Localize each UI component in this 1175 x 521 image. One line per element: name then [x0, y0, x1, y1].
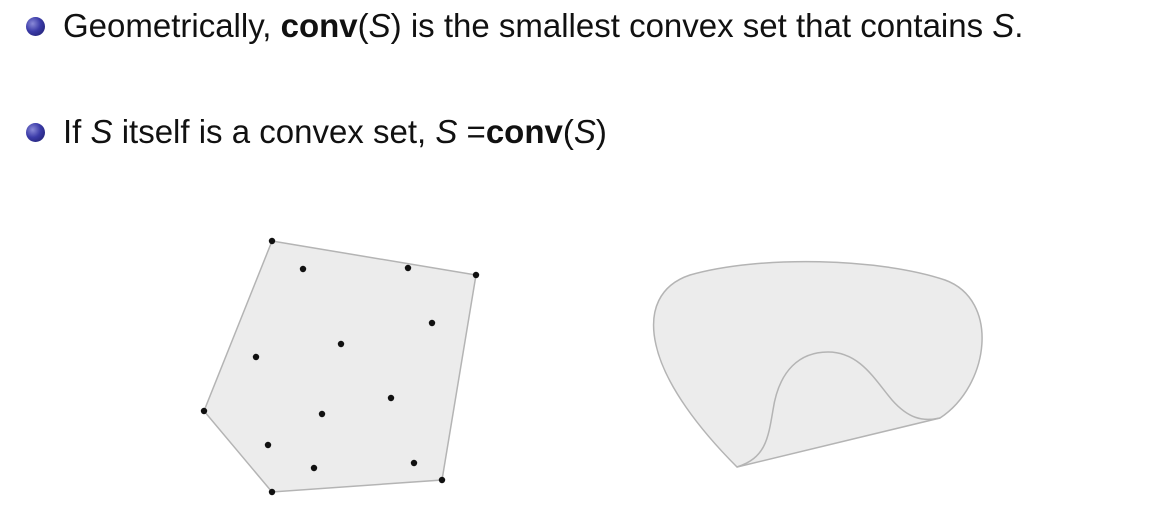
- convex-hull-figure: [200, 237, 983, 496]
- point: [310, 464, 318, 472]
- point: [404, 264, 412, 272]
- point: [318, 410, 326, 418]
- point: [438, 476, 446, 484]
- point: [252, 353, 260, 361]
- convex-hull-polygon: [203, 240, 477, 493]
- point: [472, 271, 480, 279]
- point: [268, 488, 276, 496]
- point: [428, 319, 436, 327]
- point: [387, 394, 395, 402]
- convex-hull-outline: [652, 260, 983, 468]
- point: [200, 407, 208, 415]
- point: [264, 441, 272, 449]
- point: [299, 265, 307, 273]
- point: [337, 340, 345, 348]
- convex-hull-diagram: [200, 237, 480, 496]
- point: [410, 459, 418, 467]
- point: [268, 237, 276, 245]
- nonconvex-shape-hull-diagram: [652, 260, 983, 468]
